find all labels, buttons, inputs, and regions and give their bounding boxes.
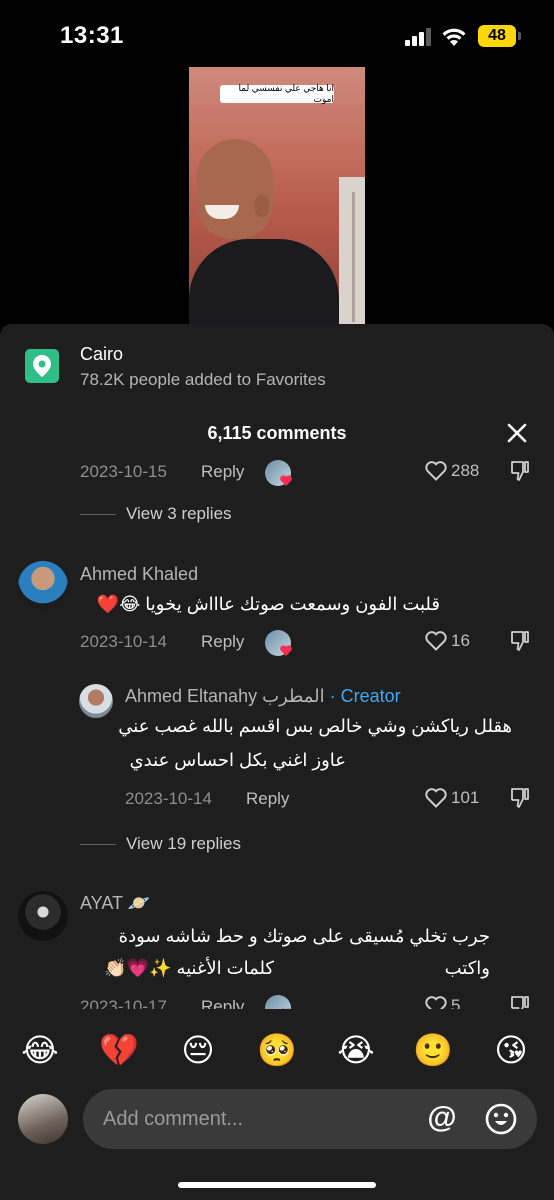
comment-username[interactable]: Ahmed Khaled [80, 564, 198, 585]
creator-heart-icon [280, 645, 292, 656]
like-count: 288 [451, 461, 480, 480]
emoji-picker-icon[interactable] [484, 1102, 518, 1136]
heart-outline-icon [425, 631, 447, 651]
dislike-icon[interactable] [510, 630, 530, 652]
replies-divider [80, 843, 116, 845]
wifi-icon [442, 28, 466, 46]
location-title[interactable]: Cairo [80, 344, 123, 365]
my-avatar [18, 1094, 68, 1144]
comment-meta: 2023-10-15 Reply [80, 462, 244, 482]
view-replies-button[interactable]: View 19 replies [80, 834, 241, 854]
like-button[interactable]: 288 [425, 461, 479, 481]
home-indicator [178, 1182, 376, 1188]
video-preview[interactable]: انا هاجي علي نفسسي لما اموت [189, 67, 365, 325]
comment-input-container[interactable]: @ [83, 1089, 537, 1149]
map-pin-icon [33, 355, 51, 377]
battery-tip [518, 32, 521, 40]
like-button[interactable]: 5 [425, 996, 460, 1009]
location-pin-icon[interactable] [25, 349, 59, 383]
mention-button[interactable]: @ [426, 1103, 458, 1135]
user-avatar[interactable] [18, 561, 68, 611]
replies-divider [80, 513, 116, 515]
view-replies-button[interactable]: View 3 replies [80, 504, 232, 524]
dislike-icon[interactable] [510, 995, 530, 1009]
creator-liked-avatar [265, 995, 291, 1009]
reply-date: 2023-10-14 [125, 789, 212, 808]
cellular-signal-icon [405, 28, 431, 46]
heart-outline-icon [425, 996, 447, 1009]
like-count: 5 [451, 996, 461, 1009]
comments-list[interactable]: 2023-10-15 Reply 288 View 3 replies Ahme… [0, 448, 554, 1009]
reply-username-text: Ahmed Eltanahy المطرب [125, 686, 325, 706]
comment-meta: 2023-10-14 Reply [80, 632, 244, 652]
location-subtitle: 78.2K people added to Favorites [80, 370, 326, 389]
reply-button[interactable]: Reply [201, 462, 244, 482]
heart-outline-icon [425, 788, 447, 808]
comment-text: قلبت الفون وسمعت صوتك عاااش يخويا 😂❤️ [96, 594, 440, 614]
comment-date: 2023-10-14 [80, 632, 167, 651]
reply-text-line2: عاوز اغني بكل احساس عندي [129, 750, 346, 770]
video-caption: انا هاجي علي نفسسي لما اموت [220, 83, 334, 104]
dislike-icon[interactable] [510, 460, 530, 482]
video-person-shirt [189, 239, 339, 325]
emoji-quick-bar: 😂 💔 😔 🥺 😭 🙂 😘 [0, 1027, 554, 1073]
status-bar: 13:31 48 [0, 0, 554, 70]
video-person-head [197, 139, 273, 239]
reply-meta: 2023-10-14 Reply [125, 789, 289, 809]
comment-date: 2023-10-15 [80, 462, 167, 481]
like-count: 16 [451, 631, 470, 650]
like-count: 101 [451, 788, 480, 807]
comment-input[interactable] [103, 1089, 423, 1149]
comment-date: 2023-10-17 [80, 997, 167, 1009]
emoji-smile[interactable]: 🙂 [410, 1027, 456, 1073]
heart-outline-icon [425, 461, 447, 481]
comment-text-line2: كلمات الأغنيه ✨💗👏🏻 [104, 958, 274, 978]
emoji-pleading[interactable]: 🥺 [254, 1027, 300, 1073]
comment-meta: 2023-10-17 Reply [80, 997, 244, 1009]
video-person-ear [255, 195, 269, 217]
reply-button[interactable]: Reply [201, 997, 244, 1009]
emoji-laughing[interactable]: 😂 [17, 1027, 63, 1073]
like-button[interactable]: 101 [425, 788, 479, 808]
emoji-broken-heart[interactable]: 💔 [96, 1027, 142, 1073]
battery-indicator: 48 [478, 25, 516, 47]
emoji-kiss[interactable]: 😘 [488, 1027, 534, 1073]
comments-count: 6,115 comments [207, 423, 347, 443]
reply-button[interactable]: Reply [201, 632, 244, 652]
video-door-frame [352, 192, 355, 322]
status-time: 13:31 [60, 22, 124, 49]
creator-badge: · Creator [324, 686, 401, 706]
user-avatar[interactable] [18, 891, 68, 941]
reply-button[interactable]: Reply [246, 789, 289, 809]
view-replies-label: View 3 replies [126, 504, 232, 523]
reply-username[interactable]: Ahmed Eltanahy المطرب · Creator [125, 686, 401, 707]
close-icon[interactable] [505, 421, 529, 445]
emoji-crying[interactable]: 😭 [333, 1027, 379, 1073]
like-button[interactable]: 16 [425, 631, 470, 651]
creator-avatar[interactable] [79, 684, 113, 718]
reply-text-line1: هقلل رياكشن وشي خالص بس اقسم بالله غصب ع… [118, 716, 512, 736]
emoji-pensive[interactable]: 😔 [175, 1027, 221, 1073]
creator-heart-icon [280, 475, 292, 486]
view-replies-label: View 19 replies [126, 834, 241, 853]
dislike-icon[interactable] [510, 787, 530, 809]
comment-username[interactable]: AYAT 🪐 [80, 893, 150, 914]
creator-heart-icon [281, 1008, 291, 1009]
